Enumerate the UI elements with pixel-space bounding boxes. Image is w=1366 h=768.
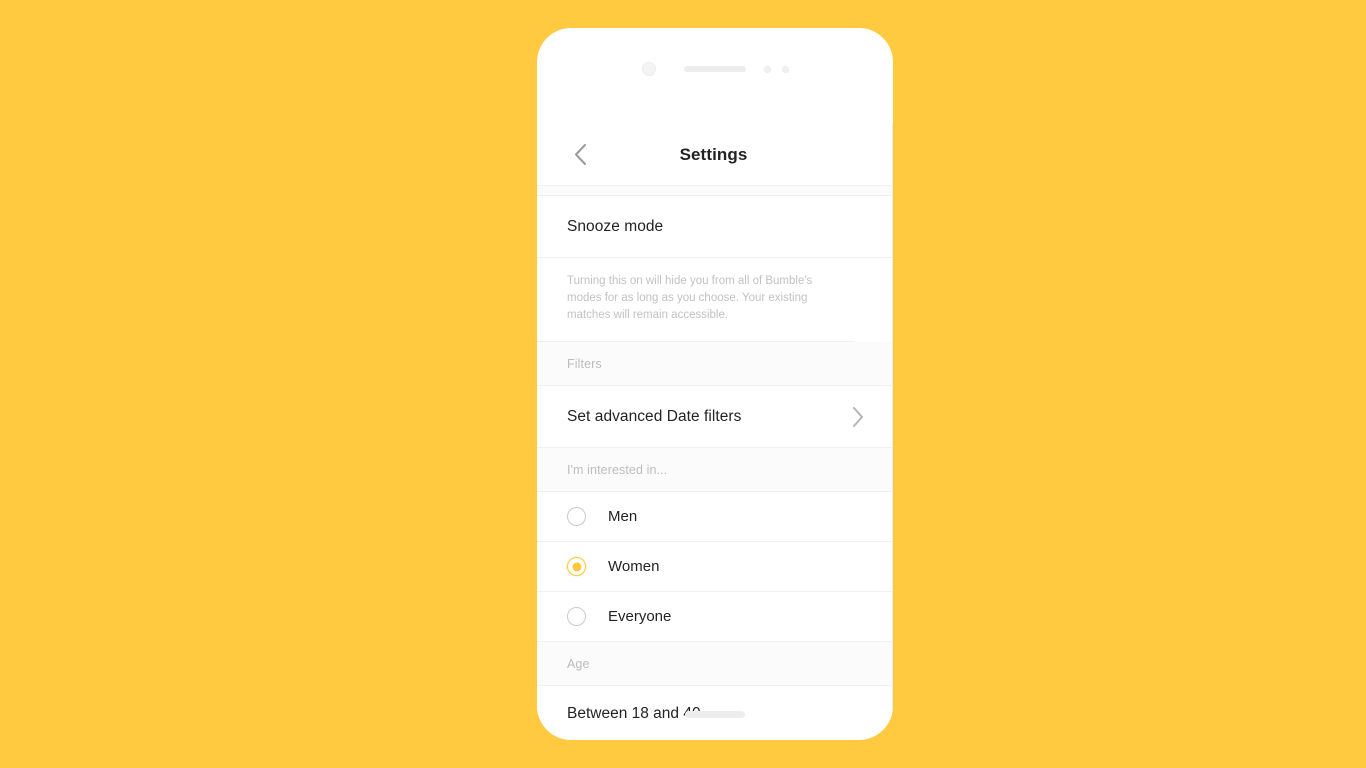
radio-label: Women [608, 558, 660, 575]
radio-icon [567, 507, 586, 526]
section-header-age: Age [537, 642, 892, 686]
chevron-left-icon [574, 144, 586, 165]
settings-list[interactable]: Snooze mode Turning this on will hide yo… [537, 186, 892, 718]
app-header: Settings [537, 124, 892, 186]
section-header-interested-in: I'm interested in... [537, 448, 892, 492]
phone-mockup: Settings Snooze mode Turning this on wil… [537, 28, 893, 740]
snooze-mode-row[interactable]: Snooze mode [537, 196, 892, 258]
section-header-filters: Filters [537, 342, 892, 386]
radio-option-everyone[interactable]: Everyone [537, 592, 892, 642]
radio-label: Men [608, 508, 638, 525]
snooze-mode-label: Snooze mode [567, 217, 664, 235]
light-sensor-icon [781, 65, 789, 73]
advanced-date-filters-row[interactable]: Set advanced Date filters [537, 386, 892, 448]
snooze-mode-description: Turning this on will hide you from all o… [537, 258, 855, 342]
earpiece-speaker-icon [683, 66, 746, 72]
camera-lens-icon [641, 62, 656, 76]
proximity-sensor-icon [763, 65, 771, 73]
app-screen: Settings Snooze mode Turning this on wil… [537, 124, 893, 718]
chevron-right-icon [852, 406, 864, 427]
back-button[interactable] [567, 142, 593, 168]
radio-option-women[interactable]: Women [537, 542, 892, 592]
radio-label: Everyone [608, 608, 672, 625]
advanced-date-filters-label: Set advanced Date filters [567, 407, 742, 425]
screenshot-canvas: Settings Snooze mode Turning this on wil… [0, 0, 1366, 768]
phone-top-hardware [537, 28, 893, 110]
radio-icon [567, 607, 586, 626]
radio-icon-selected [567, 557, 586, 576]
radio-option-men[interactable]: Men [537, 492, 892, 542]
list-top-spacer [537, 186, 892, 196]
home-indicator [685, 711, 745, 718]
